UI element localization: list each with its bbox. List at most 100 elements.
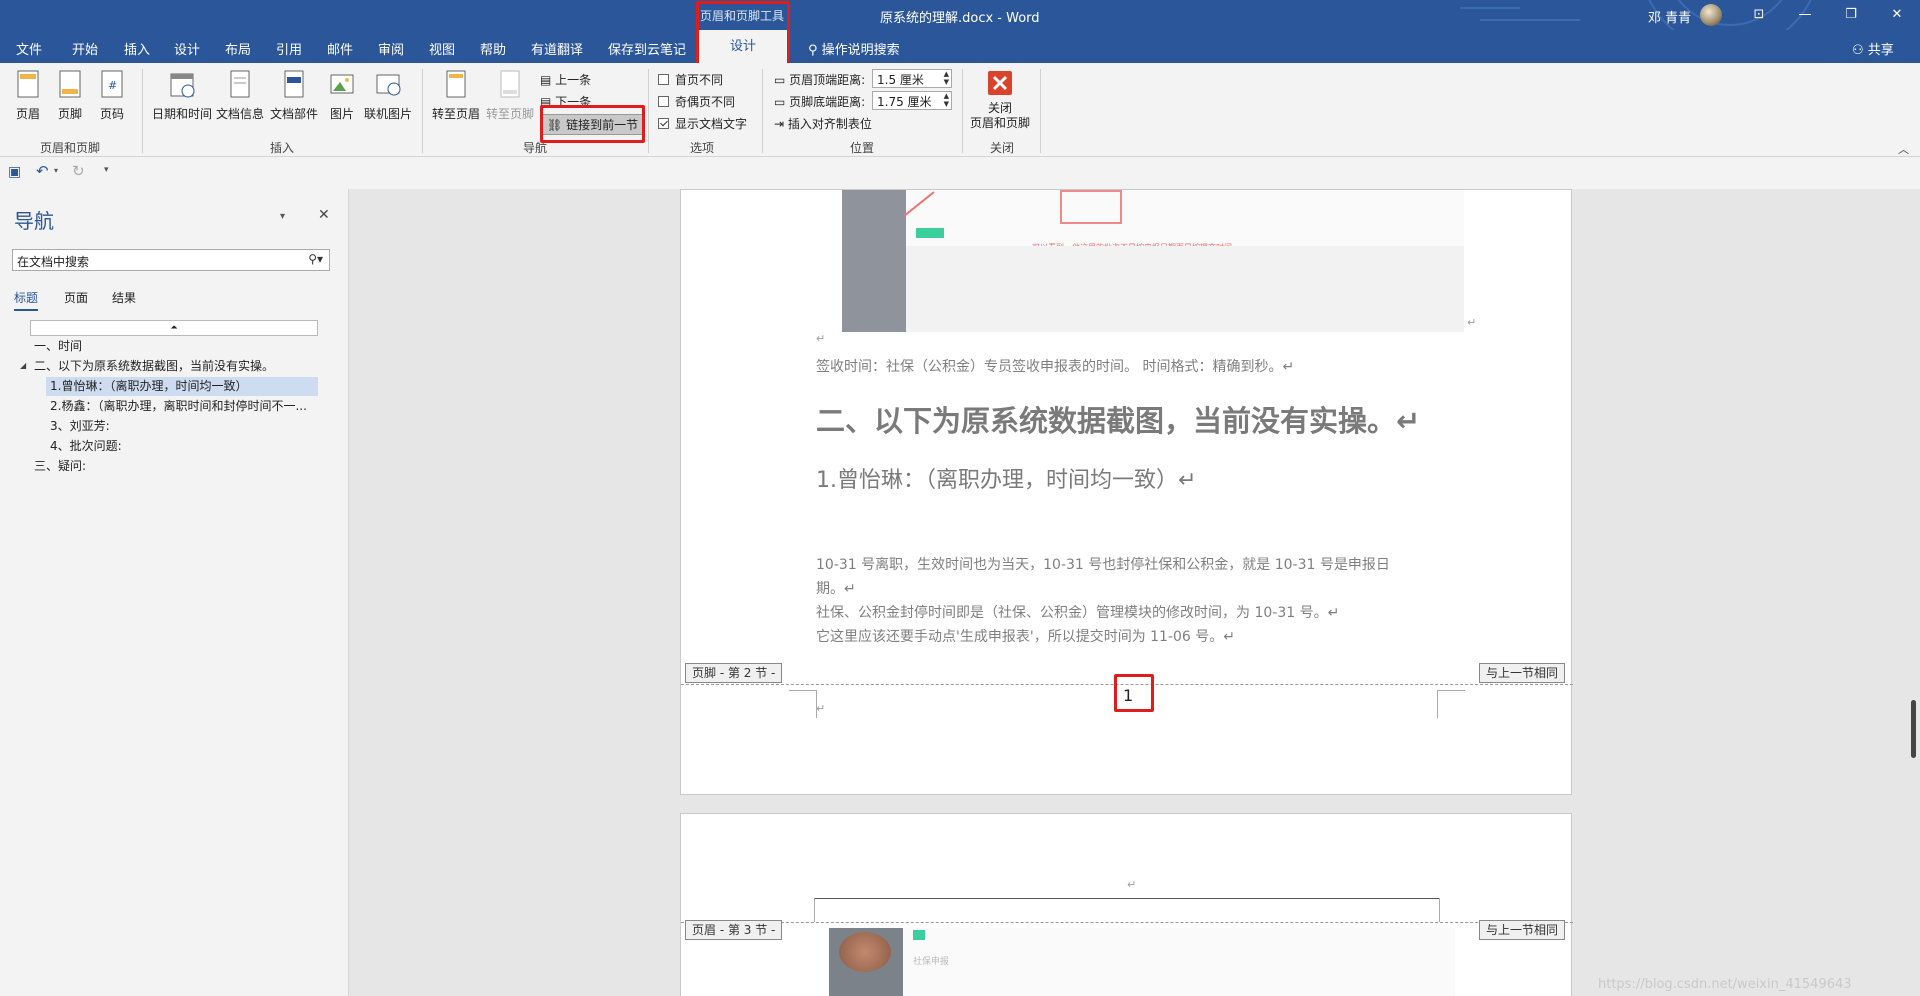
show-document-text-option[interactable]: 显示文档文字 bbox=[658, 115, 747, 132]
nav-tab-pages[interactable]: 页面 bbox=[64, 289, 88, 306]
different-odd-even-option[interactable]: 奇偶页不同 bbox=[658, 93, 735, 110]
tab-home[interactable]: 开始 bbox=[72, 39, 98, 58]
nav-heading-item[interactable]: 4、批次问题: bbox=[50, 437, 316, 456]
date-time-button[interactable]: 日期和时间 bbox=[152, 69, 212, 122]
tab-file[interactable]: 文件 bbox=[16, 39, 42, 58]
collapse-triangle-icon[interactable]: ◢ bbox=[20, 361, 26, 370]
highlight-page-number bbox=[1114, 674, 1154, 712]
tab-youdao[interactable]: 有道翻译 bbox=[531, 39, 583, 58]
picture-label: 图片 bbox=[329, 107, 354, 121]
tab-insert[interactable]: 插入 bbox=[124, 39, 150, 58]
body-paragraph[interactable]: 社保、公积金封停时间即是（社保、公积金）管理模块的修改时间，为 10-31 号。… bbox=[816, 602, 1339, 622]
doc-info-button[interactable]: 文档信息 bbox=[216, 69, 264, 122]
footer-section-tag: 页脚 - 第 2 节 - bbox=[685, 663, 783, 683]
crop-mark-left bbox=[789, 690, 817, 718]
nav-heading-item[interactable]: 二、以下为原系统数据截图，当前没有实操。 bbox=[34, 357, 314, 376]
tell-me-search[interactable]: ⚲ 操作说明搜索 bbox=[808, 39, 900, 58]
save-icon[interactable]: ▣ bbox=[8, 164, 21, 180]
share-button[interactable]: ⚇ 共享 bbox=[1852, 39, 1894, 58]
group-separator bbox=[648, 69, 649, 153]
date-time-label: 日期和时间 bbox=[152, 107, 213, 121]
redo-icon[interactable]: ↻ bbox=[72, 162, 85, 180]
document-page[interactable]: ↵ 页眉 - 第 3 节 - 与上一节相同 社保申报 bbox=[680, 813, 1573, 996]
collapse-ribbon-icon[interactable]: ︿ bbox=[1898, 141, 1909, 157]
heading-level-2[interactable]: 1.曾怡琳：（离职办理，时间均一致）↵ bbox=[816, 462, 1196, 494]
tab-references[interactable]: 引用 bbox=[276, 39, 302, 58]
picture-button[interactable]: 图片 bbox=[328, 69, 356, 122]
insert-alignment-tab-button[interactable]: ⇥ 插入对齐制表位 bbox=[774, 115, 872, 132]
group-label-close: 关闭 bbox=[990, 141, 1015, 155]
screenshot-button bbox=[913, 930, 925, 940]
body-paragraph[interactable]: 期。↵ bbox=[816, 578, 856, 598]
previous-button[interactable]: ▤ 上一条 bbox=[540, 71, 591, 88]
group-separator bbox=[422, 69, 423, 153]
navigation-pane: 导航 ▾ ✕ 在文档中搜索 ⚲▾ 标题 页面 结果 ⏶ 一、时间 ◢ 二、以下为原… bbox=[0, 189, 349, 996]
tab-help[interactable]: 帮助 bbox=[480, 39, 506, 58]
user-name[interactable]: 邓 青青 bbox=[1648, 7, 1691, 26]
crop-mark-right bbox=[1439, 898, 1440, 922]
spinner-arrows-icon[interactable]: ▲ ▼ bbox=[944, 70, 949, 86]
nav-search-placeholder: 在文档中搜索 bbox=[17, 255, 90, 269]
customize-qat-icon[interactable]: ▾ bbox=[104, 165, 109, 175]
quick-parts-button[interactable]: 文档部件 bbox=[270, 69, 318, 122]
close-window-button[interactable]: ✕ bbox=[1874, 0, 1920, 30]
heading-level-1[interactable]: 二、以下为原系统数据截图，当前没有实操。↵ bbox=[816, 398, 1420, 440]
nav-tab-headings[interactable]: 标题 bbox=[14, 289, 39, 311]
document-page[interactable]: 可以看到，他这里的批次不是按申报日期而是按提交时间 ↵ ↵ 签收时间：社保（公积… bbox=[680, 189, 1573, 795]
ribbon-display-button[interactable]: ⊡ bbox=[1736, 0, 1782, 30]
svg-text:#: # bbox=[108, 79, 117, 92]
nav-search-input[interactable]: 在文档中搜索 ⚲▾ bbox=[12, 249, 330, 271]
vertical-scrollbar-thumb[interactable] bbox=[1911, 700, 1916, 758]
goto-footer-button[interactable]: 转至页脚 bbox=[486, 69, 534, 122]
screenshot-button bbox=[916, 228, 944, 238]
nav-options-dropdown-icon[interactable]: ▾ bbox=[280, 211, 285, 222]
tab-cloud-note[interactable]: 保存到云笔记 bbox=[608, 39, 686, 58]
nav-tab-results[interactable]: 结果 bbox=[112, 289, 136, 306]
different-first-page-option[interactable]: 首页不同 bbox=[658, 71, 723, 88]
goto-header-button[interactable]: 转至页眉 bbox=[432, 69, 480, 122]
crop-mark-right bbox=[1437, 690, 1465, 718]
header-distance-input[interactable]: 1.5 厘米 ▲ ▼ bbox=[872, 69, 952, 88]
footer-button[interactable]: 页脚 bbox=[56, 69, 84, 122]
sign-time-paragraph[interactable]: 签收时间：社保（公积金）专员签收申报表的时间。 时间格式：精确到秒。↵ bbox=[816, 356, 1294, 376]
doc-info-label: 文档信息 bbox=[216, 107, 265, 121]
undo-dropdown-icon[interactable]: ▾ bbox=[54, 166, 58, 175]
search-icon[interactable]: ⚲▾ bbox=[308, 252, 323, 266]
footer-distance-input[interactable]: 1.75 厘米 ▲ ▼ bbox=[872, 91, 952, 110]
nav-heading-item[interactable]: 三、疑问: bbox=[34, 457, 314, 476]
tab-mailings[interactable]: 邮件 bbox=[327, 39, 353, 58]
avatar[interactable] bbox=[1700, 4, 1722, 26]
nav-heading-item[interactable]: 3、刘亚芳: bbox=[50, 417, 316, 436]
body-paragraph[interactable]: 10-31 号离职，生效时间也为当天，10-31 号也封停社保和公积金，就是 1… bbox=[816, 554, 1390, 574]
tab-design-doc[interactable]: 设计 bbox=[174, 39, 200, 58]
spinner-arrows-icon[interactable]: ▲ ▼ bbox=[944, 92, 949, 108]
checkbox-odd-even[interactable] bbox=[658, 96, 669, 107]
checkbox-first-page[interactable] bbox=[658, 74, 669, 85]
nav-heading-item-selected[interactable]: 1.曾怡琳：（离职办理，时间均一致） bbox=[46, 377, 318, 396]
page-number-button[interactable]: # 页码 bbox=[98, 69, 126, 122]
header-button[interactable]: 页眉 bbox=[14, 69, 42, 122]
undo-icon[interactable]: ↶ bbox=[36, 162, 49, 180]
online-picture-button[interactable]: 联机图片 bbox=[364, 69, 412, 122]
minimize-button[interactable]: — bbox=[1782, 0, 1828, 30]
restore-button[interactable]: ❐ bbox=[1828, 0, 1874, 30]
footer-button-label: 页脚 bbox=[57, 107, 82, 121]
document-area: 可以看到，他这里的批次不是按申报日期而是按提交时间 ↵ ↵ 签收时间：社保（公积… bbox=[350, 189, 1920, 996]
previous-icon: ▤ bbox=[540, 73, 556, 87]
tab-view[interactable]: 视图 bbox=[429, 39, 455, 58]
nav-heading-item[interactable]: 2.杨鑫：（离职办理，离职时间和封停时间不一... bbox=[50, 397, 316, 416]
nav-close-icon[interactable]: ✕ bbox=[318, 207, 330, 223]
checkbox-show-doc-text[interactable] bbox=[658, 118, 669, 129]
crop-mark-left bbox=[814, 898, 815, 922]
page-number-button-label: 页码 bbox=[99, 107, 124, 121]
goto-header-icon bbox=[446, 70, 466, 98]
body-paragraph[interactable]: 它这里应该还要手动点'生成申报表'，所以提交时间为 11-06 号。↵ bbox=[816, 626, 1235, 646]
collapse-up-icon: ⏶ bbox=[170, 323, 178, 333]
nav-heading-item[interactable]: 一、时间 bbox=[34, 337, 314, 356]
screenshot-arrow bbox=[903, 191, 935, 217]
word-window: 页眉和页脚工具 原系统的理解.docx - Word 邓 青青 ⊡ — ❐ ✕ … bbox=[0, 0, 1920, 996]
tab-layout[interactable]: 布局 bbox=[225, 39, 251, 58]
tab-review[interactable]: 审阅 bbox=[378, 39, 404, 58]
nav-collapse-bar[interactable]: ⏶ bbox=[30, 320, 318, 336]
close-header-footer-button[interactable]: 关闭 页眉和页脚 bbox=[970, 69, 1030, 131]
